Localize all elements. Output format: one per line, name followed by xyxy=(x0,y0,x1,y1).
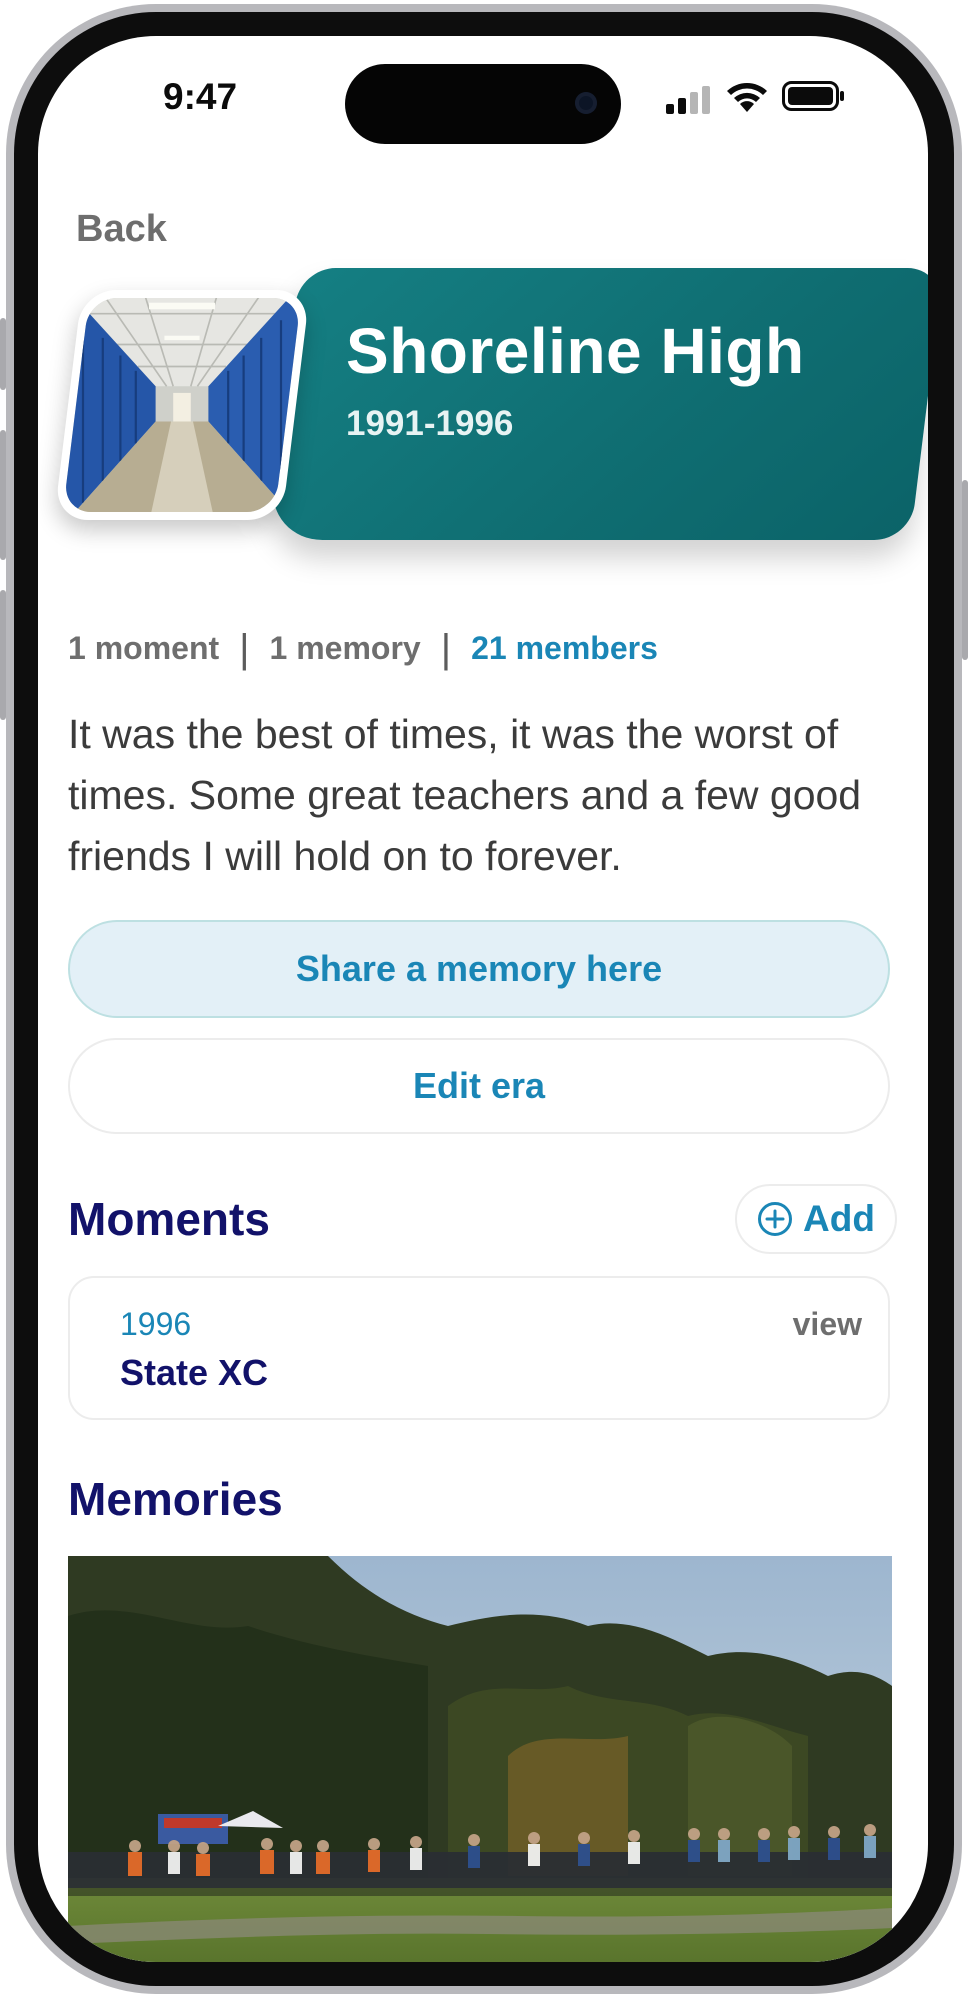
members-link[interactable]: 21 members xyxy=(471,630,658,667)
era-thumbnail-image[interactable] xyxy=(63,298,301,512)
stats-divider: | xyxy=(239,626,250,671)
power-button xyxy=(962,480,968,660)
edit-era-label: Edit era xyxy=(412,1065,546,1106)
battery-icon xyxy=(782,81,844,111)
stats-divider: | xyxy=(440,626,452,671)
cellular-signal-icon xyxy=(666,86,710,114)
add-moment-label: Add xyxy=(803,1198,875,1239)
app-screen: 9:47 Back Shoreline High 1991-1996 1 mom… xyxy=(38,36,928,1962)
hallway-lockers-illustration xyxy=(65,298,299,512)
memories-count: 1 memory xyxy=(269,630,421,666)
moments-count: 1 moment xyxy=(68,630,220,666)
moment-title: State XC xyxy=(120,1352,269,1393)
moment-card[interactable]: 1996 State XC view xyxy=(68,1276,890,1420)
share-memory-label: Share a memory here xyxy=(295,948,663,989)
action-button xyxy=(0,318,6,390)
dynamic-island xyxy=(345,64,621,144)
share-memory-button[interactable]: Share a memory here xyxy=(68,920,890,1018)
moment-view-link[interactable]: view xyxy=(793,1306,862,1343)
moment-year: 1996 xyxy=(120,1306,192,1342)
era-stats: 1 moment | 1 memory | 21 members xyxy=(68,626,658,671)
memory-photo[interactable] xyxy=(68,1556,892,1962)
edit-era-button[interactable]: Edit era xyxy=(68,1038,890,1134)
era-title: Shoreline High xyxy=(346,315,805,387)
plus-circle-icon xyxy=(758,1202,793,1236)
era-description: It was the best of times, it was the wor… xyxy=(68,711,862,879)
add-moment-button[interactable]: Add xyxy=(735,1184,897,1254)
era-years: 1991-1996 xyxy=(346,404,514,443)
back-button[interactable]: Back xyxy=(76,208,167,251)
volume-down-button xyxy=(0,590,6,720)
memories-heading: Memories xyxy=(68,1473,283,1525)
moments-heading: Moments xyxy=(68,1193,270,1245)
wifi-icon xyxy=(727,83,767,112)
volume-up-button xyxy=(0,430,6,560)
cross-country-race-illustration xyxy=(68,1556,892,1962)
status-time: 9:47 xyxy=(163,76,238,117)
front-camera xyxy=(575,92,597,114)
